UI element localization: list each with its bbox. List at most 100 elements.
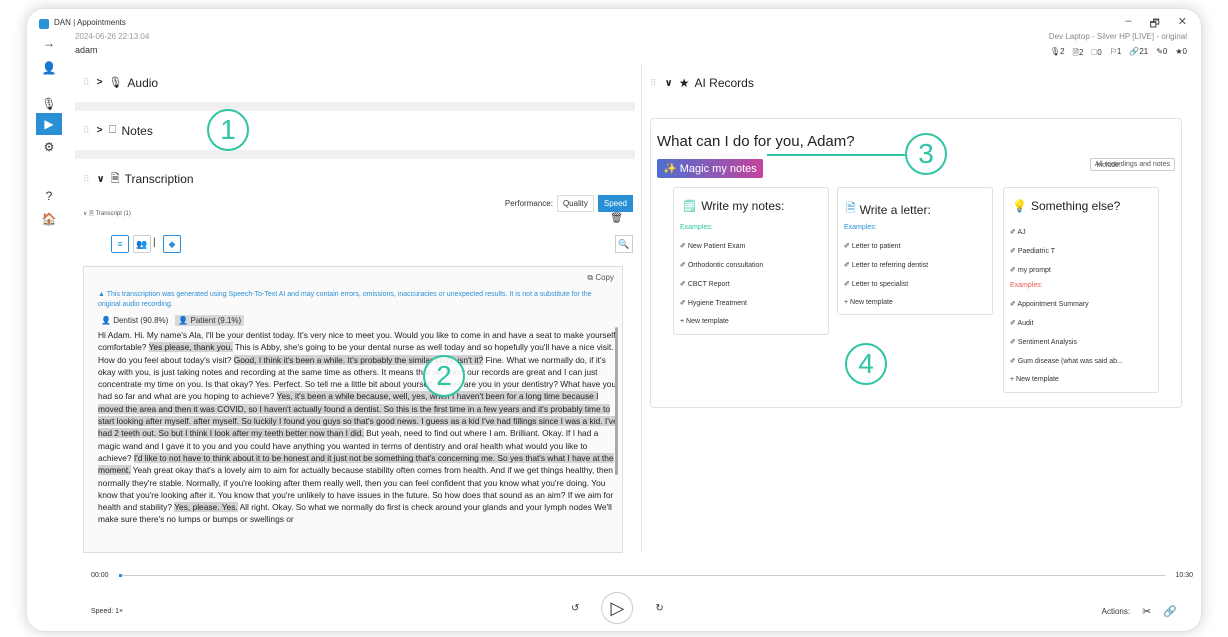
tag-view-button[interactable]: ◆ [163,235,181,253]
transcript-scrollbar[interactable] [615,327,618,475]
person-icon[interactable]: 👤 [36,57,62,79]
drag-handle-icon[interactable]: ⠿ [83,174,90,185]
chevron-right-icon[interactable]: > [97,125,103,136]
progress-bar[interactable] [119,574,1165,577]
prompt-aj[interactable]: ✐ AJ [1010,228,1026,236]
appointment-user: adam [75,45,98,55]
speakers-view-button[interactable]: 👥 [133,235,151,253]
star-icon: ★ [678,76,690,90]
template-letter-to-patient[interactable]: ✐ Letter to patient [844,242,900,250]
rewind-icon[interactable]: ↺ [571,603,579,614]
actions-label: Actions: [1101,607,1131,616]
arrow-right-icon[interactable]: → [36,32,62,54]
search-button[interactable]: 🔍 [615,235,633,253]
play-button[interactable]: ▷ [601,592,634,624]
prompt-my-prompt[interactable]: ✐ my prompt [1010,266,1051,274]
audio-section-label: Audio [127,75,159,90]
transcription-section-header[interactable]: ⠿ ∨ 🗎 Transcription [75,159,635,199]
magic-wand-icon: ✨ [663,163,680,175]
link-icon[interactable]: 🔗 [1163,605,1177,618]
tools-icon[interactable]: ✂ [1142,605,1151,618]
ai-records-header[interactable]: ⠿ ∨ ★ AI Records [650,63,754,103]
template-letter-to-specialist[interactable]: ✐ Letter to specialist [844,280,908,288]
current-time: 00:00 [91,572,109,579]
callout-2: 2 [423,355,465,397]
playback-controls: ↺ ▷ ↻ [571,592,664,624]
speaker-patient[interactable]: 👤 Patient (9.1%) [175,315,245,326]
toolbar-separator: | [153,237,156,248]
transcript-tab[interactable]: ∨ 🗎 Transcript (1) [83,209,131,219]
prompt-paediatric-t[interactable]: ✐ Paediatric T [1010,247,1055,255]
template-appointment-summary[interactable]: ✐ Appointment Summary [1010,300,1089,308]
count-transcripts: 🗎2 [1072,48,1084,57]
notes-icon: 🗆 [108,124,117,136]
template-sentiment-analysis[interactable]: ✐ Sentiment Analysis [1010,338,1077,346]
chevron-down-icon[interactable]: ∨ [665,78,673,89]
count-flags: ⚐1 [1109,47,1122,56]
microphone-icon[interactable]: 🎙 [36,93,62,115]
write-notes-card[interactable]: 🗒 Write my notes: Examples: ✐ New Patien… [673,187,829,335]
quality-button[interactable]: Quality [556,195,594,212]
notes-section-label: Notes [121,123,153,138]
callout-3: 3 [905,133,947,175]
something-else-title: 💡 Something else? [1012,199,1121,213]
assistant-greeting: What can I do for you, Adam? [657,133,855,150]
warning-icon: ▲ [98,291,107,298]
transcript-segment-patient: Yes, please. Yes. [174,502,238,513]
ai-records-label: AI Records [694,76,754,90]
play-icon[interactable]: ▶ [36,113,62,135]
template-hygiene-treatment[interactable]: ✐ Hygiene Treatment [680,299,747,307]
examples-label: Examples: [680,224,713,231]
template-orthodontic-consultation[interactable]: ✐ Orthodontic consultation [680,261,763,269]
write-letter-card[interactable]: 🗎 Write a letter: Examples: ✐ Letter to … [837,187,993,315]
new-template-button[interactable]: + New template [1010,376,1059,383]
letter-card-icon: 🗎 [846,201,856,215]
help-icon[interactable]: ? [36,185,62,207]
new-template-button[interactable]: + New template [844,299,893,306]
lightbulb-icon: 💡 [1012,199,1027,213]
include-select[interactable]: All recordings and notes [1089,158,1175,171]
performance-toggle: Performance: Quality Speed [505,195,633,212]
drag-handle-icon[interactable]: ⠿ [650,78,657,89]
magic-my-notes-button[interactable]: ✨ Magic my notes [657,159,763,178]
count-stars: ★0 [1175,47,1187,56]
microphone-icon: 🎙 [108,77,123,89]
list-view-button[interactable]: ≡ [111,235,129,253]
audio-section-header[interactable]: ⠿ > 🎙 Audio [75,63,635,103]
transcript-text: Hi Adam. Hi. My name's Ala, I'll be your… [98,329,618,526]
callout-3-connector [767,154,905,156]
template-letter-to-referring-dentist[interactable]: ✐ Letter to referring dentist [844,261,928,269]
template-cbct-report[interactable]: ✐ CBCT Report [680,280,730,288]
gears-icon[interactable]: ⚙ [36,136,62,158]
trash-icon[interactable]: 🗑 [610,213,623,224]
playback-speed[interactable]: Speed: 1× [91,608,123,615]
performance-label: Performance: [504,199,553,208]
notes-card-icon: 🗒 [682,199,698,213]
template-audit[interactable]: ✐ Audit [1010,319,1033,327]
drag-handle-icon[interactable]: ⠿ [83,125,90,136]
home-icon[interactable]: 🏠 [36,208,62,230]
app-window: DAN | Appointments – 🗗 ✕ Dev Laptop - Si… [26,8,1202,632]
template-new-patient-exam[interactable]: ✐ New Patient Exam [680,242,745,250]
chevron-right-icon[interactable]: > [97,77,103,88]
write-notes-title: 🗒 Write my notes: [682,199,785,213]
chevron-down-icon[interactable]: ∨ [97,174,105,185]
speaker-dentist[interactable]: 👤 Dentist (90.8%) [98,315,171,326]
title-bar: DAN | Appointments – 🗗 ✕ Dev Laptop - Si… [27,9,1201,59]
count-recordings: 🎙2 [1049,47,1065,56]
template-gum-disease[interactable]: ✐ Gum disease (what was said ab... [1010,357,1123,365]
speed-button[interactable]: Speed [597,195,633,212]
count-notes: 🗆0 [1091,48,1102,57]
progress-fill [119,574,123,577]
new-template-button[interactable]: + New template [680,318,729,325]
ai-disclaimer: ▲ This transcription was generated using… [98,291,592,308]
copy-button[interactable]: ⧉ Copy [587,273,614,283]
record-counts: 🎙2 🗎2 🗆0 ⚐1 🔗21 ✎0 ★0 [1050,47,1187,61]
write-letter-title: 🗎 Write a letter: [846,199,931,220]
notes-section-header[interactable]: ⠿ > 🗆 Notes [75,111,635,151]
something-else-card[interactable]: 💡 Something else? ✐ AJ ✐ Paediatric T ✐ … [1003,187,1159,393]
examples-label: Examples: [1010,282,1043,289]
appointment-datetime: 2024-06-26 22:13:04 [75,32,150,41]
forward-icon[interactable]: ↻ [655,603,663,614]
drag-handle-icon[interactable]: ⠿ [83,77,90,88]
